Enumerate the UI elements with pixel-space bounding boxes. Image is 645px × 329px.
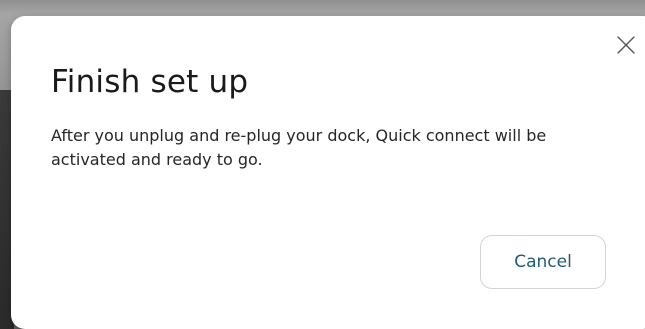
close-button[interactable] xyxy=(615,34,637,56)
dialog-title: Finish set up xyxy=(51,64,249,100)
dialog-message: After you unplug and re-plug your dock, … xyxy=(51,126,547,169)
close-icon xyxy=(617,36,635,54)
cancel-button[interactable]: Cancel xyxy=(480,235,606,289)
finish-setup-dialog: Finish set up After you unplug and re-pl… xyxy=(11,16,645,329)
